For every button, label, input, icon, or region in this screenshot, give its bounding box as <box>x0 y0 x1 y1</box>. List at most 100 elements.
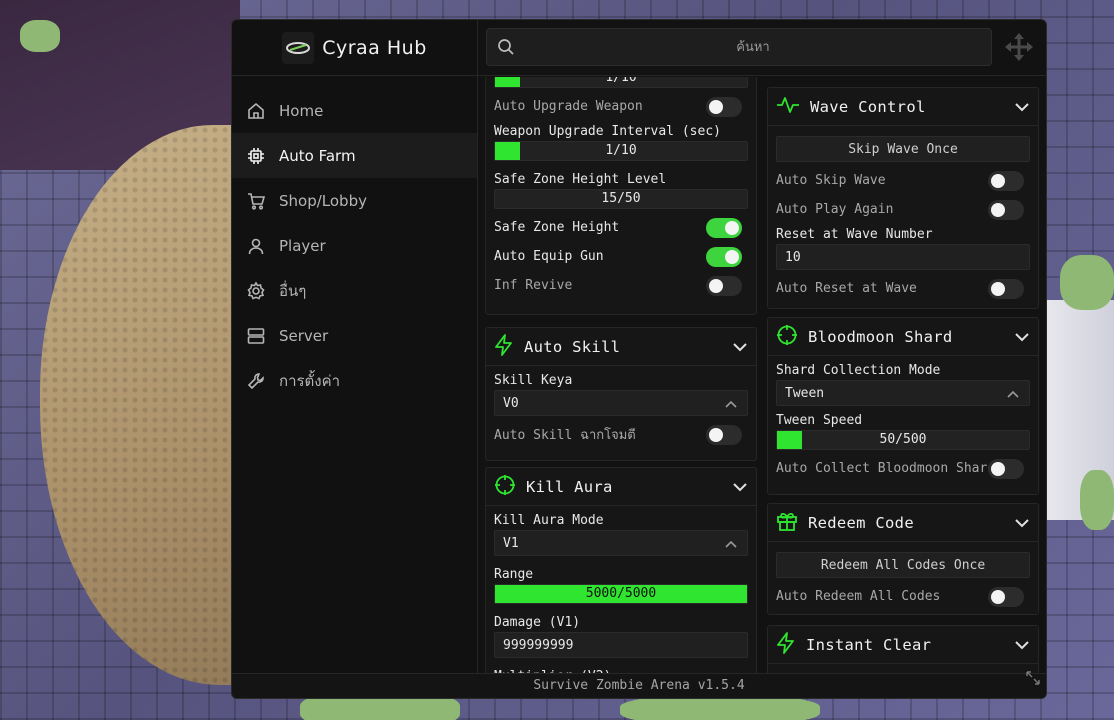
auto-play-again-toggle[interactable] <box>988 200 1024 220</box>
chip-icon <box>246 146 266 166</box>
sidebar-item-label: Shop/Lobby <box>279 191 367 210</box>
sidebar: Cyraa Hub Home Auto Farm Shop/Lobby Play… <box>232 20 478 675</box>
redeem-all-button[interactable]: Redeem All Codes Once <box>776 552 1030 578</box>
sidebar-item-auto-farm[interactable]: Auto Farm <box>232 133 477 178</box>
chevron-down-icon <box>1014 513 1030 532</box>
auto-skill-title: Auto Skill <box>524 337 621 356</box>
inf-revive-toggle[interactable] <box>706 276 742 296</box>
slider-value: 5000/5000 <box>585 586 657 601</box>
inf-revive-label: Inf Revive <box>494 278 573 293</box>
logo-icon <box>282 31 315 64</box>
sidebar-item-settings[interactable]: การตั้งค่า <box>232 358 477 403</box>
shard-mode-label: Shard Collection Mode <box>776 363 941 378</box>
range-slider[interactable]: 5000/5000 <box>494 584 748 604</box>
skip-wave-button[interactable]: Skip Wave Once <box>776 136 1030 162</box>
reset-wave-input[interactable]: 10 <box>776 244 1030 270</box>
auto-upgrade-weapon-row: Auto Upgrade Weapon <box>494 92 748 121</box>
skill-keys-label: Skill Keya <box>494 373 573 388</box>
move-icon[interactable] <box>1004 32 1034 66</box>
auto-upgrade-weapon-label: Auto Upgrade Weapon <box>494 99 643 114</box>
wave-control-header[interactable]: Wave Control <box>768 88 1038 126</box>
wrench-icon <box>246 371 266 391</box>
damage-value: 999999999 <box>503 637 574 653</box>
auto-upgrade-weapon-toggle[interactable] <box>706 97 742 117</box>
weapon-interval-slider[interactable]: 1/10 <box>494 141 748 161</box>
auto-collect-toggle[interactable] <box>988 459 1024 479</box>
chevron-down-icon <box>1014 327 1030 346</box>
footer-version: Survive Zombie Arena v1.5.4 <box>533 678 745 693</box>
dropdown-value: V0 <box>503 395 519 411</box>
weapon-top-slider[interactable]: 1/10 <box>494 77 748 88</box>
bloodmoon-card: Bloodmoon Shard Shard Collection Mode Tw… <box>767 317 1039 495</box>
redeem-code-title: Redeem Code <box>808 513 914 532</box>
chevron-down-icon <box>732 477 748 496</box>
range-label: Range <box>494 567 534 582</box>
instant-clear-header[interactable]: Instant Clear <box>768 626 1038 664</box>
bloodmoon-header[interactable]: Bloodmoon Shard <box>768 318 1038 356</box>
cart-icon <box>246 191 266 211</box>
auto-skill-header[interactable]: Auto Skill <box>486 328 756 366</box>
sidebar-item-home[interactable]: Home <box>232 88 477 133</box>
auto-skill-label: Auto Skill ฉากโจมตี <box>494 428 636 443</box>
chevron-up-icon <box>1007 387 1019 402</box>
chevron-down-icon <box>1014 635 1030 654</box>
redeem-code-header[interactable]: Redeem Code <box>768 504 1038 542</box>
redeem-code-card: Redeem Code Redeem All Codes Once Auto R… <box>767 503 1039 615</box>
kill-aura-header[interactable]: Kill Aura <box>486 468 756 506</box>
auto-redeem-toggle[interactable] <box>988 587 1024 607</box>
reset-wave-label: Reset at Wave Number <box>776 227 933 242</box>
gift-icon <box>776 510 798 536</box>
kill-aura-mode-label: Kill Aura Mode <box>494 513 604 528</box>
search-box <box>486 28 992 66</box>
bloodmoon-title: Bloodmoon Shard <box>808 327 953 346</box>
instant-clear-title: Instant Clear <box>806 635 932 654</box>
sidebar-nav: Home Auto Farm Shop/Lobby Player อื่นๆ S… <box>232 76 477 403</box>
shard-mode-dropdown[interactable]: Tween <box>776 380 1030 406</box>
chevron-up-icon <box>725 397 737 412</box>
skill-keys-dropdown[interactable]: V0 <box>494 390 748 416</box>
safe-zone-level-slider[interactable]: 15/50 <box>494 189 748 209</box>
crosshair-icon <box>776 324 798 350</box>
auto-equip-gun-toggle[interactable] <box>706 247 742 267</box>
auto-play-again-label: Auto Play Again <box>776 202 894 217</box>
footer: Survive Zombie Arena v1.5.4 <box>232 670 1046 698</box>
resize-icon[interactable] <box>1026 670 1040 694</box>
auto-collect-row: Auto Collect Bloodmoon Shard <box>776 454 1030 483</box>
auto-skill-toggle[interactable] <box>706 425 742 445</box>
zombie <box>1080 470 1114 530</box>
sidebar-item-shop-lobby[interactable]: Shop/Lobby <box>232 178 477 223</box>
sidebar-item-label: Auto Farm <box>279 146 356 165</box>
bolt-icon <box>776 631 796 658</box>
auto-skip-wave-toggle[interactable] <box>988 171 1024 191</box>
inf-revive-row: Inf Revive <box>494 271 748 300</box>
safe-zone-height-label: Safe Zone Height <box>494 220 620 235</box>
auto-skip-wave-label: Auto Skip Wave <box>776 173 886 188</box>
tween-speed-label: Tween Speed <box>776 413 863 428</box>
auto-equip-gun-row: Auto Equip Gun <box>494 242 748 271</box>
search-icon <box>497 38 515 60</box>
weapon-interval-label: Weapon Upgrade Interval (sec) <box>494 124 721 139</box>
sidebar-item-player[interactable]: Player <box>232 223 477 268</box>
chevron-up-icon <box>725 537 737 552</box>
kill-aura-title: Kill Aura <box>526 477 613 496</box>
damage-input[interactable]: 999999999 <box>494 632 748 658</box>
sidebar-item-label: Player <box>279 236 326 255</box>
tween-speed-slider[interactable]: 50/500 <box>776 430 1030 450</box>
safe-zone-level-label: Safe Zone Height Level <box>494 172 667 187</box>
sidebar-item-server[interactable]: Server <box>232 313 477 358</box>
sidebar-item-other[interactable]: อื่นๆ <box>232 268 477 313</box>
dropdown-value: V1 <box>503 535 519 551</box>
crosshair-icon <box>494 474 516 500</box>
auto-skip-wave-row: Auto Skip Wave <box>776 166 1030 195</box>
content-area: 1/10 Auto Upgrade Weapon Weapon Upgrade … <box>478 77 1046 675</box>
instant-clear-card: Instant Clear <box>767 625 1039 675</box>
kill-aura-mode-dropdown[interactable]: V1 <box>494 530 748 556</box>
auto-reset-wave-toggle[interactable] <box>988 279 1024 299</box>
sidebar-item-label: Home <box>279 101 324 120</box>
hub-window: Cyraa Hub Home Auto Farm Shop/Lobby Play… <box>231 19 1047 699</box>
search-input[interactable] <box>523 29 983 65</box>
safe-zone-height-toggle[interactable] <box>706 218 742 238</box>
auto-play-again-row: Auto Play Again <box>776 195 1030 224</box>
pulse-icon <box>776 95 800 119</box>
auto-equip-gun-label: Auto Equip Gun <box>494 249 604 264</box>
